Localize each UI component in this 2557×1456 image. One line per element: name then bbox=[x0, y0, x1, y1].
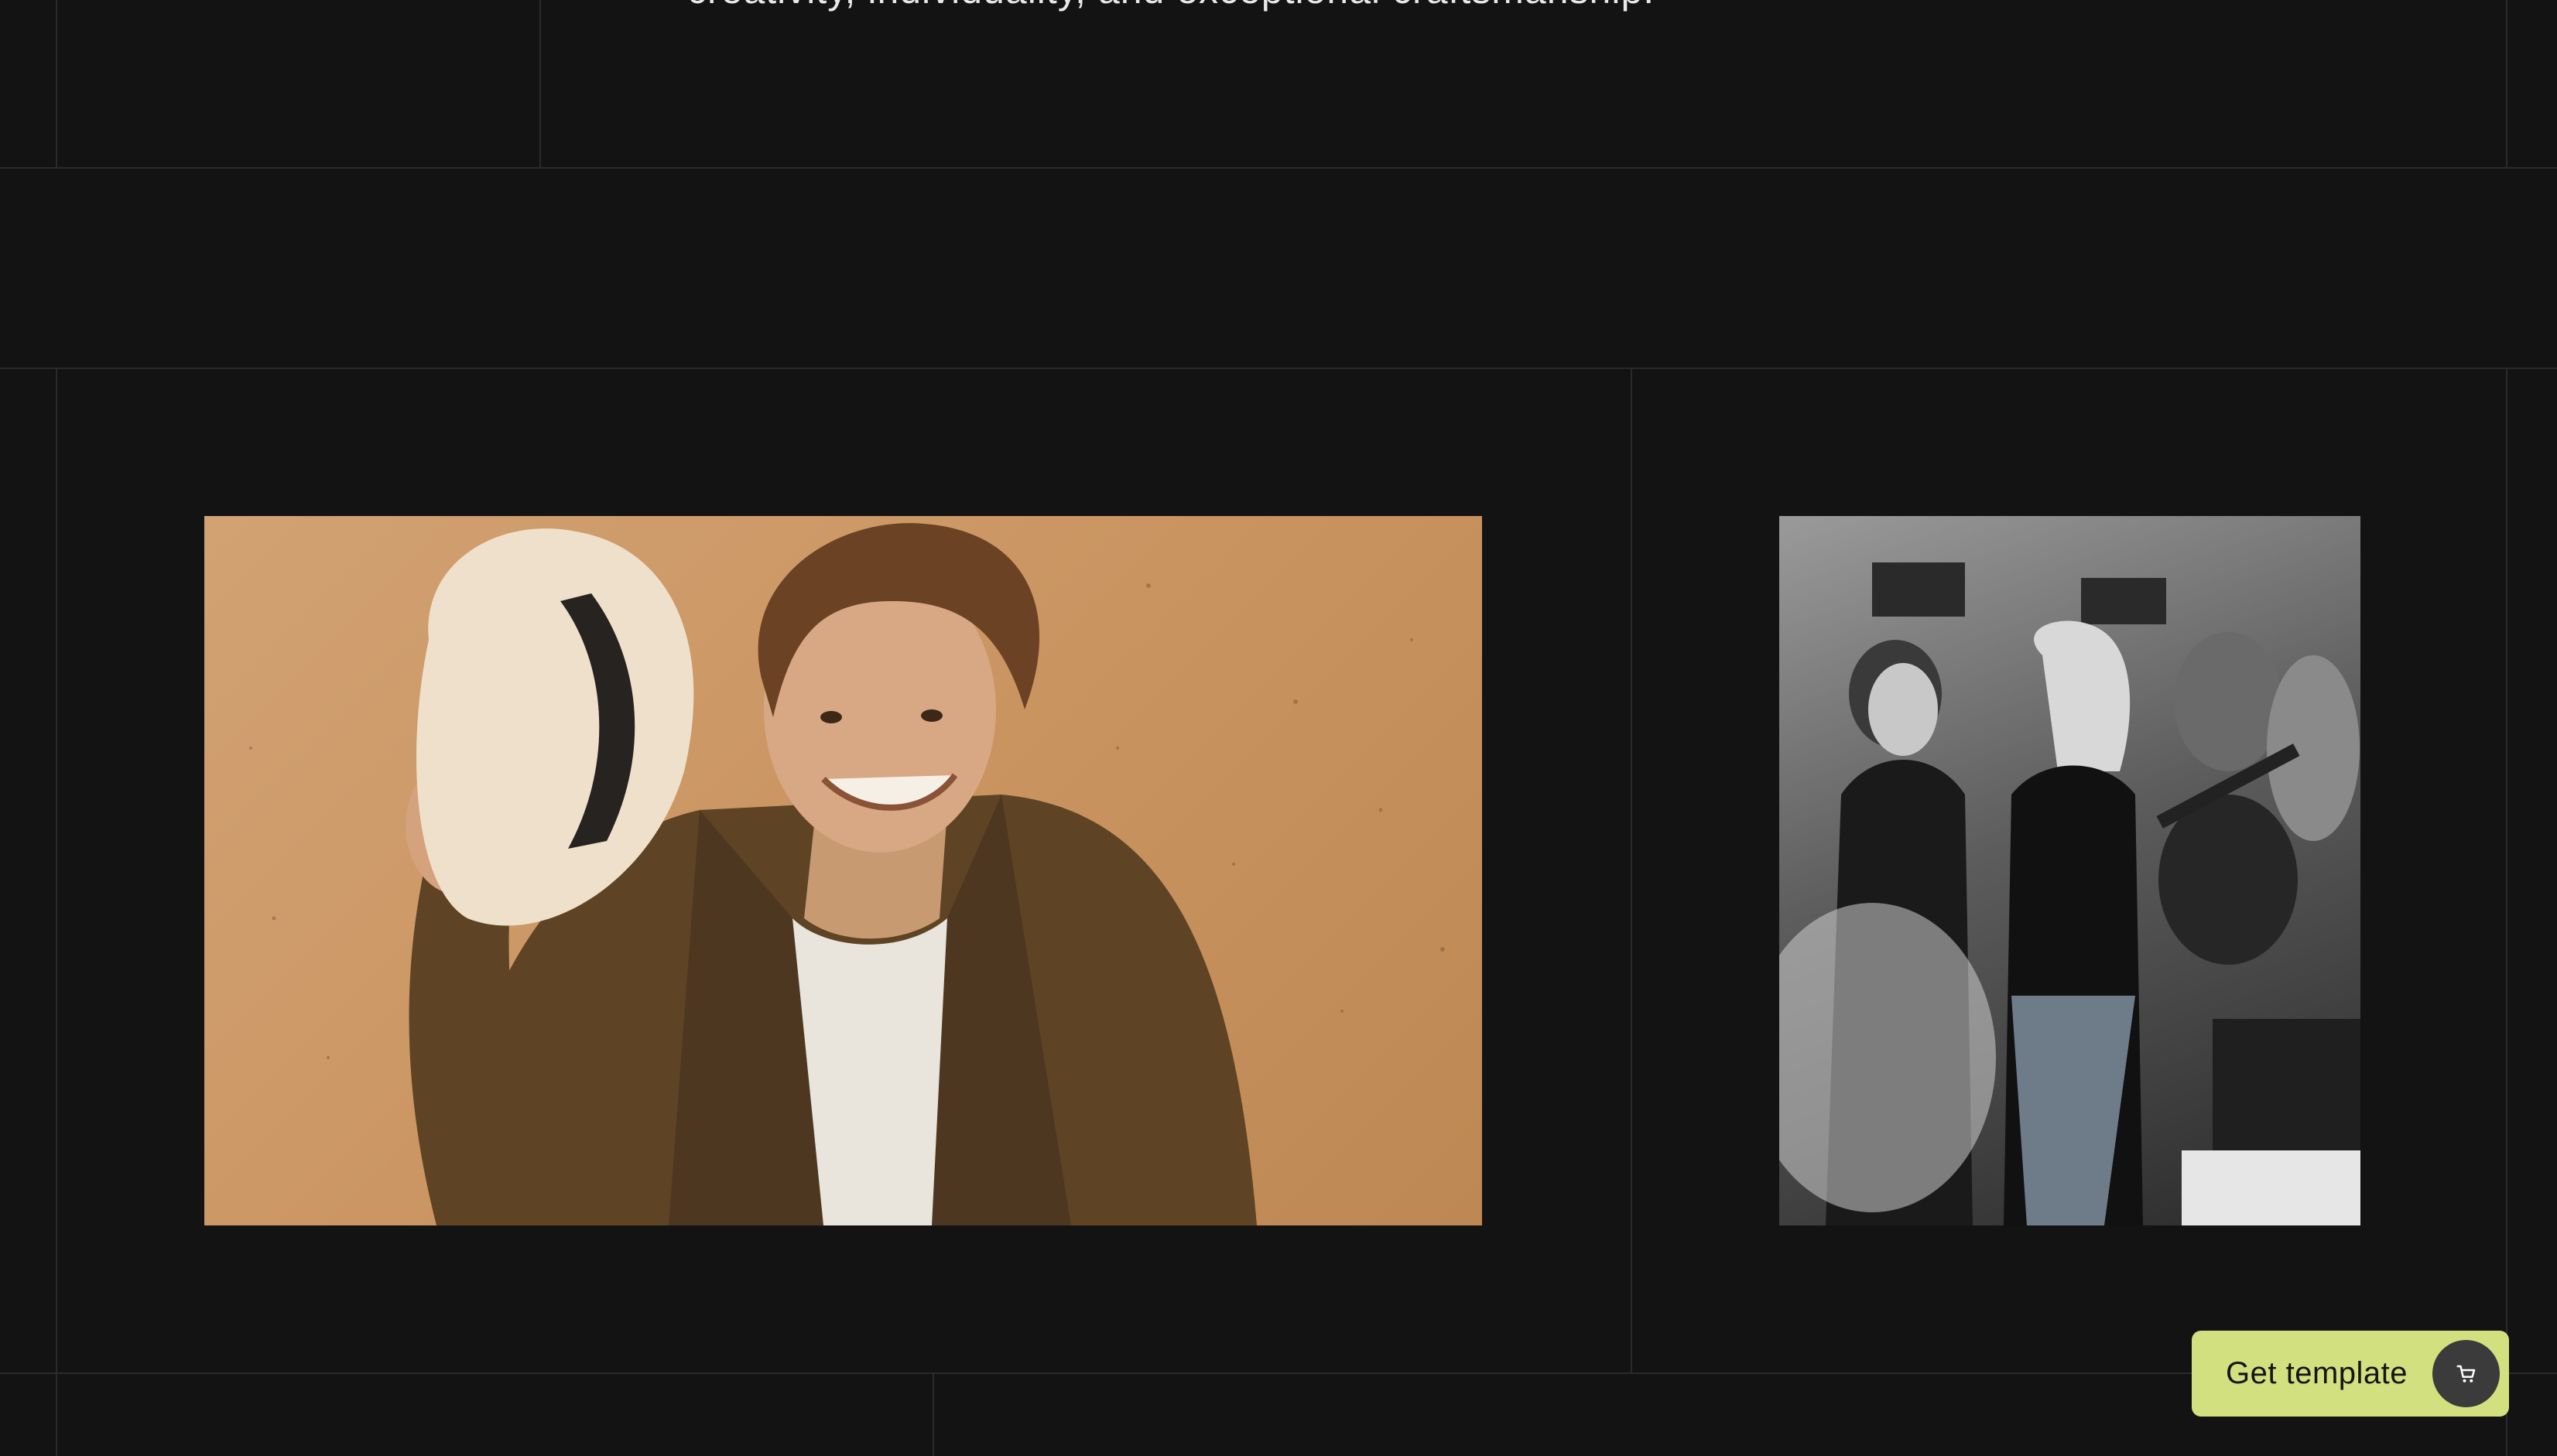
grid-line bbox=[0, 367, 2557, 369]
grid-line bbox=[2506, 367, 2507, 1456]
grid-line bbox=[0, 167, 2557, 169]
page: creativity, individuality, and exception… bbox=[0, 0, 2557, 1456]
salon-photo bbox=[1779, 516, 2360, 1225]
get-template-label: Get template bbox=[2226, 1356, 2408, 1390]
portrait-photo bbox=[204, 516, 1482, 1225]
cart-icon-glyph bbox=[2456, 1365, 2475, 1383]
cart-icon bbox=[2432, 1340, 2500, 1407]
grid-line bbox=[539, 0, 541, 167]
grid-line bbox=[0, 1372, 2557, 1374]
grid-line bbox=[56, 367, 57, 1456]
grid-line bbox=[56, 0, 57, 167]
intro-text: creativity, individuality, and exception… bbox=[687, 0, 1655, 12]
grid-line bbox=[1631, 367, 1632, 1373]
get-template-button[interactable]: Get template bbox=[2192, 1331, 2509, 1417]
salon-illustration bbox=[1779, 562, 2360, 1225]
grid-line bbox=[2506, 0, 2507, 167]
grid-line bbox=[933, 1372, 934, 1456]
portrait-illustration bbox=[249, 523, 1445, 1225]
